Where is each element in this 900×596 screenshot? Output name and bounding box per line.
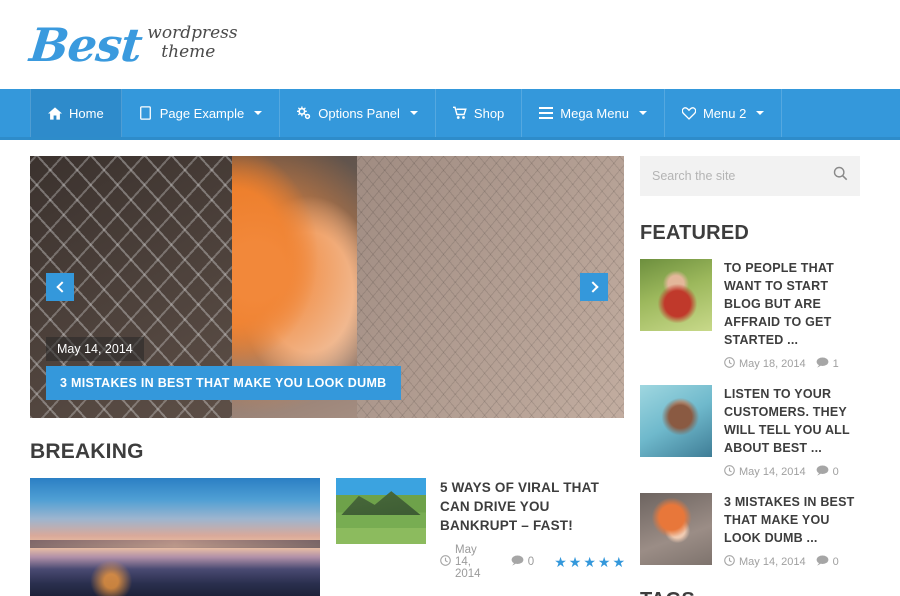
featured-post-item[interactable]: 3 MISTAKES IN BEST THAT MAKE YOU LOOK DU… bbox=[640, 493, 860, 569]
search-icon[interactable] bbox=[833, 166, 848, 186]
bars-icon bbox=[539, 106, 554, 120]
comment-icon bbox=[816, 357, 829, 371]
sidebar: FEATURED TO PEOPLE THAT WANT TO START BL… bbox=[640, 156, 860, 596]
featured-date: May 14, 2014 bbox=[724, 555, 806, 569]
nav-item-page-example[interactable]: Page Example bbox=[122, 89, 281, 137]
breaking-featured-item[interactable] bbox=[30, 478, 320, 596]
slider-prev-button[interactable] bbox=[46, 273, 74, 301]
slider-title-link[interactable]: 3 MISTAKES IN BEST THAT MAKE YOU LOOK DU… bbox=[46, 366, 401, 400]
featured-post-item[interactable]: TO PEOPLE THAT WANT TO START BLOG BUT AR… bbox=[640, 259, 860, 371]
clock-icon bbox=[440, 555, 451, 569]
post-meta: May 14, 2014 0 ★ ★ ★ ★ ★ bbox=[440, 544, 625, 580]
featured-meta: May 14, 2014 0 bbox=[724, 465, 860, 479]
featured-thumbnail[interactable] bbox=[640, 259, 712, 331]
featured-thumbnail[interactable] bbox=[640, 385, 712, 457]
site-logo[interactable]: Best wordpress theme bbox=[27, 17, 238, 72]
heart-icon bbox=[681, 106, 696, 120]
clock-icon bbox=[724, 357, 735, 371]
slider-caption: May 14, 2014 3 MISTAKES IN BEST THAT MAK… bbox=[46, 337, 401, 400]
breaking-section-title: BREAKING bbox=[30, 440, 144, 463]
nav-item-label: Options Panel bbox=[318, 105, 400, 121]
nav-item-home[interactable]: Home bbox=[30, 89, 122, 137]
file-icon bbox=[139, 106, 153, 120]
page-body: May 14, 2014 3 MISTAKES IN BEST THAT MAK… bbox=[0, 140, 900, 596]
chevron-down-icon bbox=[409, 111, 418, 115]
nav-item-menu-2[interactable]: Menu 2 bbox=[665, 89, 783, 137]
comment-icon bbox=[816, 555, 829, 569]
featured-post-item[interactable]: LISTEN TO YOUR CUSTOMERS. THEY WILL TELL… bbox=[640, 385, 860, 479]
nav-item-label: Shop bbox=[473, 105, 505, 121]
chevron-down-icon bbox=[254, 111, 263, 115]
slider-date: May 14, 2014 bbox=[46, 337, 144, 361]
nav-item-label: Page Example bbox=[159, 105, 245, 121]
featured-post-list: TO PEOPLE THAT WANT TO START BLOG BUT AR… bbox=[640, 259, 860, 569]
slider-next-button[interactable] bbox=[580, 273, 608, 301]
site-header: Best wordpress theme bbox=[0, 0, 900, 89]
post-title-link[interactable]: 5 WAYS OF VIRAL THAT CAN DRIVE YOU BANKR… bbox=[440, 480, 599, 533]
featured-meta: May 14, 2014 0 bbox=[724, 555, 860, 569]
featured-title-link[interactable]: 3 MISTAKES IN BEST THAT MAKE YOU LOOK DU… bbox=[724, 495, 854, 545]
logo-tagline: wordpress theme bbox=[147, 22, 238, 62]
clock-icon bbox=[724, 465, 735, 479]
gears-icon bbox=[297, 106, 311, 120]
comment-icon bbox=[511, 555, 524, 569]
nav-item-label: Mega Menu bbox=[560, 105, 629, 121]
featured-title-link[interactable]: LISTEN TO YOUR CUSTOMERS. THEY WILL TELL… bbox=[724, 387, 850, 455]
chevron-right-icon bbox=[586, 281, 599, 293]
featured-widget-title: FEATURED bbox=[640, 222, 750, 244]
post-date: May 14, 2014 bbox=[440, 544, 495, 580]
logo-tagline-line1: wordpress bbox=[147, 22, 238, 43]
hero-slider[interactable]: May 14, 2014 3 MISTAKES IN BEST THAT MAK… bbox=[30, 156, 624, 418]
chevron-left-icon bbox=[55, 281, 68, 293]
main-navigation[interactable]: Home Page Example Options Panel Shop Mega Me… bbox=[0, 89, 900, 140]
search-input[interactable] bbox=[652, 169, 833, 183]
search-box[interactable] bbox=[640, 156, 860, 196]
main-content: May 14, 2014 3 MISTAKES IN BEST THAT MAK… bbox=[30, 156, 625, 596]
featured-comment-count: 0 bbox=[816, 555, 839, 569]
breaking-post-item[interactable]: 5 WAYS OF VIRAL THAT CAN DRIVE YOU BANKR… bbox=[336, 478, 625, 580]
breaking-featured-image bbox=[30, 478, 320, 596]
featured-date: May 18, 2014 bbox=[724, 357, 806, 371]
chevron-down-icon bbox=[756, 111, 765, 115]
breaking-post-list: 5 WAYS OF VIRAL THAT CAN DRIVE YOU BANKR… bbox=[336, 478, 625, 596]
nav-item-mega-menu[interactable]: Mega Menu bbox=[522, 89, 665, 137]
cart-icon bbox=[452, 106, 467, 120]
post-comment-count: 0 bbox=[511, 555, 534, 569]
featured-date: May 14, 2014 bbox=[724, 465, 806, 479]
nav-item-shop[interactable]: Shop bbox=[436, 89, 523, 137]
featured-thumbnail[interactable] bbox=[640, 493, 712, 565]
nav-item-label: Menu 2 bbox=[702, 105, 747, 121]
featured-meta: May 18, 2014 1 bbox=[724, 357, 860, 371]
chevron-down-icon bbox=[638, 111, 647, 115]
tags-widget-title: TAGS bbox=[640, 589, 860, 596]
post-thumbnail[interactable] bbox=[336, 478, 426, 544]
nav-item-options-panel[interactable]: Options Panel bbox=[280, 89, 436, 137]
star-rating[interactable]: ★ ★ ★ ★ ★ bbox=[554, 555, 625, 569]
logo-main-text: Best bbox=[27, 17, 145, 72]
breaking-row: 5 WAYS OF VIRAL THAT CAN DRIVE YOU BANKR… bbox=[30, 478, 625, 596]
featured-comment-count: 0 bbox=[816, 465, 839, 479]
comment-icon bbox=[816, 465, 829, 479]
logo-tagline-line2: theme bbox=[161, 41, 216, 62]
featured-comment-count: 1 bbox=[816, 357, 839, 371]
clock-icon bbox=[724, 555, 735, 569]
nav-item-label: Home bbox=[69, 105, 104, 121]
home-icon bbox=[48, 106, 62, 120]
featured-title-link[interactable]: TO PEOPLE THAT WANT TO START BLOG BUT AR… bbox=[724, 261, 834, 347]
